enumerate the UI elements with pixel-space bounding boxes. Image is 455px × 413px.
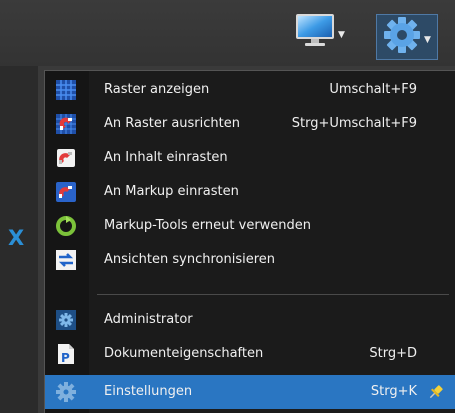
settings-icon (55, 381, 77, 403)
menu-item-shortcut: Strg+D (369, 346, 417, 361)
reuse-tools-icon (55, 215, 77, 237)
left-panel-strip: X (0, 66, 38, 413)
settings-dropdown-menu: Raster anzeigen Umschalt+F9 An Raster au… (44, 70, 455, 413)
menu-item-label: Administrator (104, 312, 193, 327)
menu-item-label: An Raster ausrichten (104, 116, 240, 131)
menu-item-shortcut: Strg+Umschalt+F9 (291, 116, 417, 131)
menu-item-snap-to-markup[interactable]: An Markup einrasten (45, 175, 455, 209)
chevron-down-icon: ▼ (338, 30, 345, 40)
pin-icon[interactable] (427, 383, 445, 405)
svg-text:P: P (61, 351, 70, 365)
display-menu-button[interactable]: ▼ (288, 10, 352, 54)
menu-item-label: Ansichten synchronisieren (104, 252, 276, 267)
menu-item-label: Raster anzeigen (104, 82, 210, 97)
menu-item-label: An Inhalt einrasten (104, 150, 228, 165)
chevron-down-icon: ▼ (424, 35, 431, 45)
menu-item-sync-views[interactable]: Ansichten synchronisieren (45, 243, 455, 277)
menu-item-label: Markup-Tools erneut verwenden (104, 218, 312, 233)
menu-item-shortcut: Strg+K (370, 384, 417, 399)
menu-item-settings[interactable]: Einstellungen Strg+K (45, 375, 455, 409)
grid-icon (55, 79, 77, 101)
menu-item-label: Dokumenteigenschaften (104, 346, 264, 361)
menu-separator (97, 294, 449, 295)
gear-icon (383, 16, 421, 58)
app-window: ▼ ▼ X Raster anzeigen Umschalt+F9 An Ras… (0, 0, 455, 413)
menu-item-label: Einstellungen (104, 384, 193, 399)
menu-item-shortcut: Umschalt+F9 (329, 82, 417, 97)
menu-item-administrator[interactable]: Administrator (45, 303, 455, 337)
close-panel-icon[interactable]: X (8, 226, 24, 250)
top-toolbar: ▼ ▼ (0, 0, 455, 66)
menu-item-show-grid[interactable]: Raster anzeigen Umschalt+F9 (45, 73, 455, 107)
snap-to-markup-icon (55, 181, 77, 203)
menu-item-snap-to-grid[interactable]: An Raster ausrichten Strg+Umschalt+F9 (45, 107, 455, 141)
menu-item-snap-to-content[interactable]: An Inhalt einrasten (45, 141, 455, 175)
menu-item-label: An Markup einrasten (104, 184, 239, 199)
snap-to-content-icon (55, 147, 77, 169)
admin-icon (55, 309, 77, 331)
menu-item-reuse-markup-tools[interactable]: Markup-Tools erneut verwenden (45, 209, 455, 243)
document-properties-icon: P (55, 343, 77, 365)
sync-views-icon (55, 249, 77, 271)
menu-item-document-properties[interactable]: P Dokumenteigenschaften Strg+D (45, 337, 455, 371)
settings-menu-button[interactable]: ▼ (376, 14, 438, 60)
monitor-icon (295, 13, 335, 51)
snap-to-grid-icon (55, 113, 77, 135)
